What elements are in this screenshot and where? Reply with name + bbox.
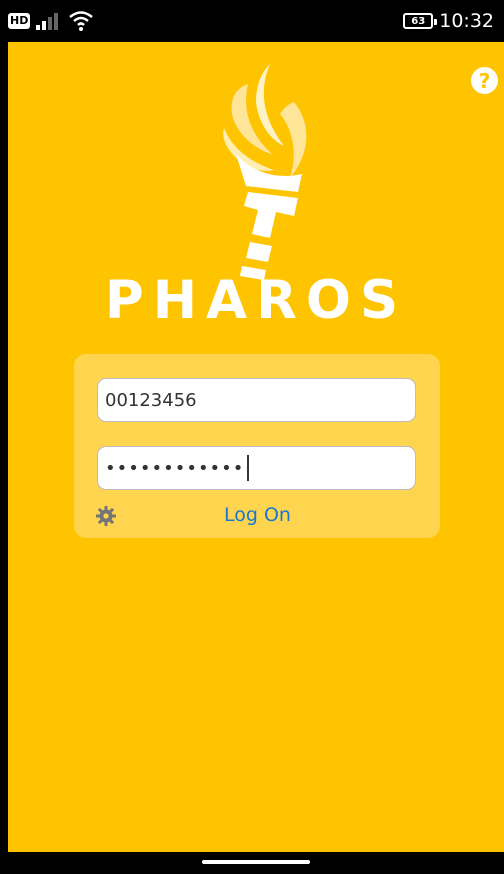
gear-icon[interactable] (96, 506, 116, 526)
text-cursor (247, 455, 250, 481)
logon-link[interactable]: Log On (224, 504, 291, 526)
clock: 10:32 (439, 10, 494, 32)
navigation-bar (0, 852, 504, 874)
app-screen: ? PHAROS 00123456 •••••••••••• Log On (8, 42, 504, 852)
login-card: 00123456 •••••••••••• Log On (74, 354, 440, 538)
hd-badge: HD (8, 13, 31, 29)
phone-screen: HD 63 10:32 ? PHAROS 00123456 ••••••••••… (0, 0, 504, 874)
help-button[interactable]: ? (471, 67, 498, 94)
username-value: 00123456 (105, 389, 197, 411)
brand-title: PHAROS (104, 270, 408, 331)
status-right: 63 10:32 (403, 8, 494, 34)
status-left: HD (8, 10, 94, 32)
home-indicator[interactable] (202, 860, 310, 864)
signal-icon (36, 13, 59, 30)
help-icon: ? (478, 68, 491, 93)
wifi-icon (69, 11, 94, 31)
password-value: •••••••••••• (105, 457, 245, 479)
battery-level: 63 (411, 15, 426, 27)
torch-logo-icon (223, 64, 307, 280)
password-input[interactable]: •••••••••••• (97, 446, 416, 490)
status-bar: HD 63 10:32 (0, 0, 504, 42)
battery-icon: 63 (403, 13, 438, 29)
username-input[interactable]: 00123456 (97, 378, 416, 422)
